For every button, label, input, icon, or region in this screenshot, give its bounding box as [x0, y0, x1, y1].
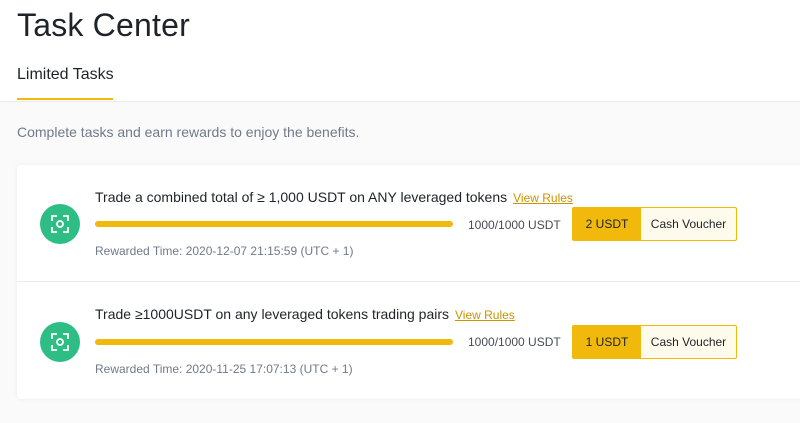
- progress-bar-fill: [95, 221, 453, 227]
- page-title: Task Center: [17, 7, 190, 43]
- progress-bar: [95, 221, 453, 227]
- rewarded-time: Rewarded Time: 2020-11-25 17:07:13 (UTC …: [95, 362, 353, 376]
- reward-badge: 2 USDT Cash Voucher: [572, 207, 737, 241]
- view-rules-link[interactable]: View Rules: [513, 191, 573, 205]
- rewarded-time: Rewarded Time: 2020-12-07 21:15:59 (UTC …: [95, 244, 354, 258]
- page-subtitle: Complete tasks and earn rewards to enjoy…: [17, 124, 360, 140]
- task-list-card: Trade a combined total of ≥ 1,000 USDT o…: [17, 165, 800, 399]
- reward-amount: 1 USDT: [573, 326, 641, 358]
- active-tab-indicator: [17, 98, 113, 100]
- task-item: Trade a combined total of ≥ 1,000 USDT o…: [17, 165, 800, 282]
- reward-type: Cash Voucher: [650, 335, 727, 349]
- progress-bar: [95, 339, 453, 345]
- task-title: Trade ≥1000USDT on any leveraged tokens …: [95, 306, 515, 322]
- reward-amount: 2 USDT: [573, 208, 641, 240]
- task-scan-icon: [40, 204, 80, 244]
- task-item: Trade ≥1000USDT on any leveraged tokens …: [17, 282, 800, 399]
- progress-bar-fill: [95, 339, 453, 345]
- task-scan-icon: [40, 322, 80, 362]
- task-title-text: Trade ≥1000USDT on any leveraged tokens …: [95, 306, 449, 322]
- reward-type: Cash Voucher: [650, 217, 727, 231]
- task-title-text: Trade a combined total of ≥ 1,000 USDT o…: [95, 189, 508, 205]
- reward-badge: 1 USDT Cash Voucher: [572, 325, 737, 359]
- header: Task Center Limited Tasks: [0, 0, 800, 102]
- progress-text: 1000/1000 USDT: [468, 335, 561, 349]
- view-rules-link[interactable]: View Rules: [455, 308, 515, 322]
- tab-limited-tasks[interactable]: Limited Tasks: [17, 66, 114, 97]
- progress-text: 1000/1000 USDT: [468, 218, 561, 232]
- task-title: Trade a combined total of ≥ 1,000 USDT o…: [95, 189, 573, 205]
